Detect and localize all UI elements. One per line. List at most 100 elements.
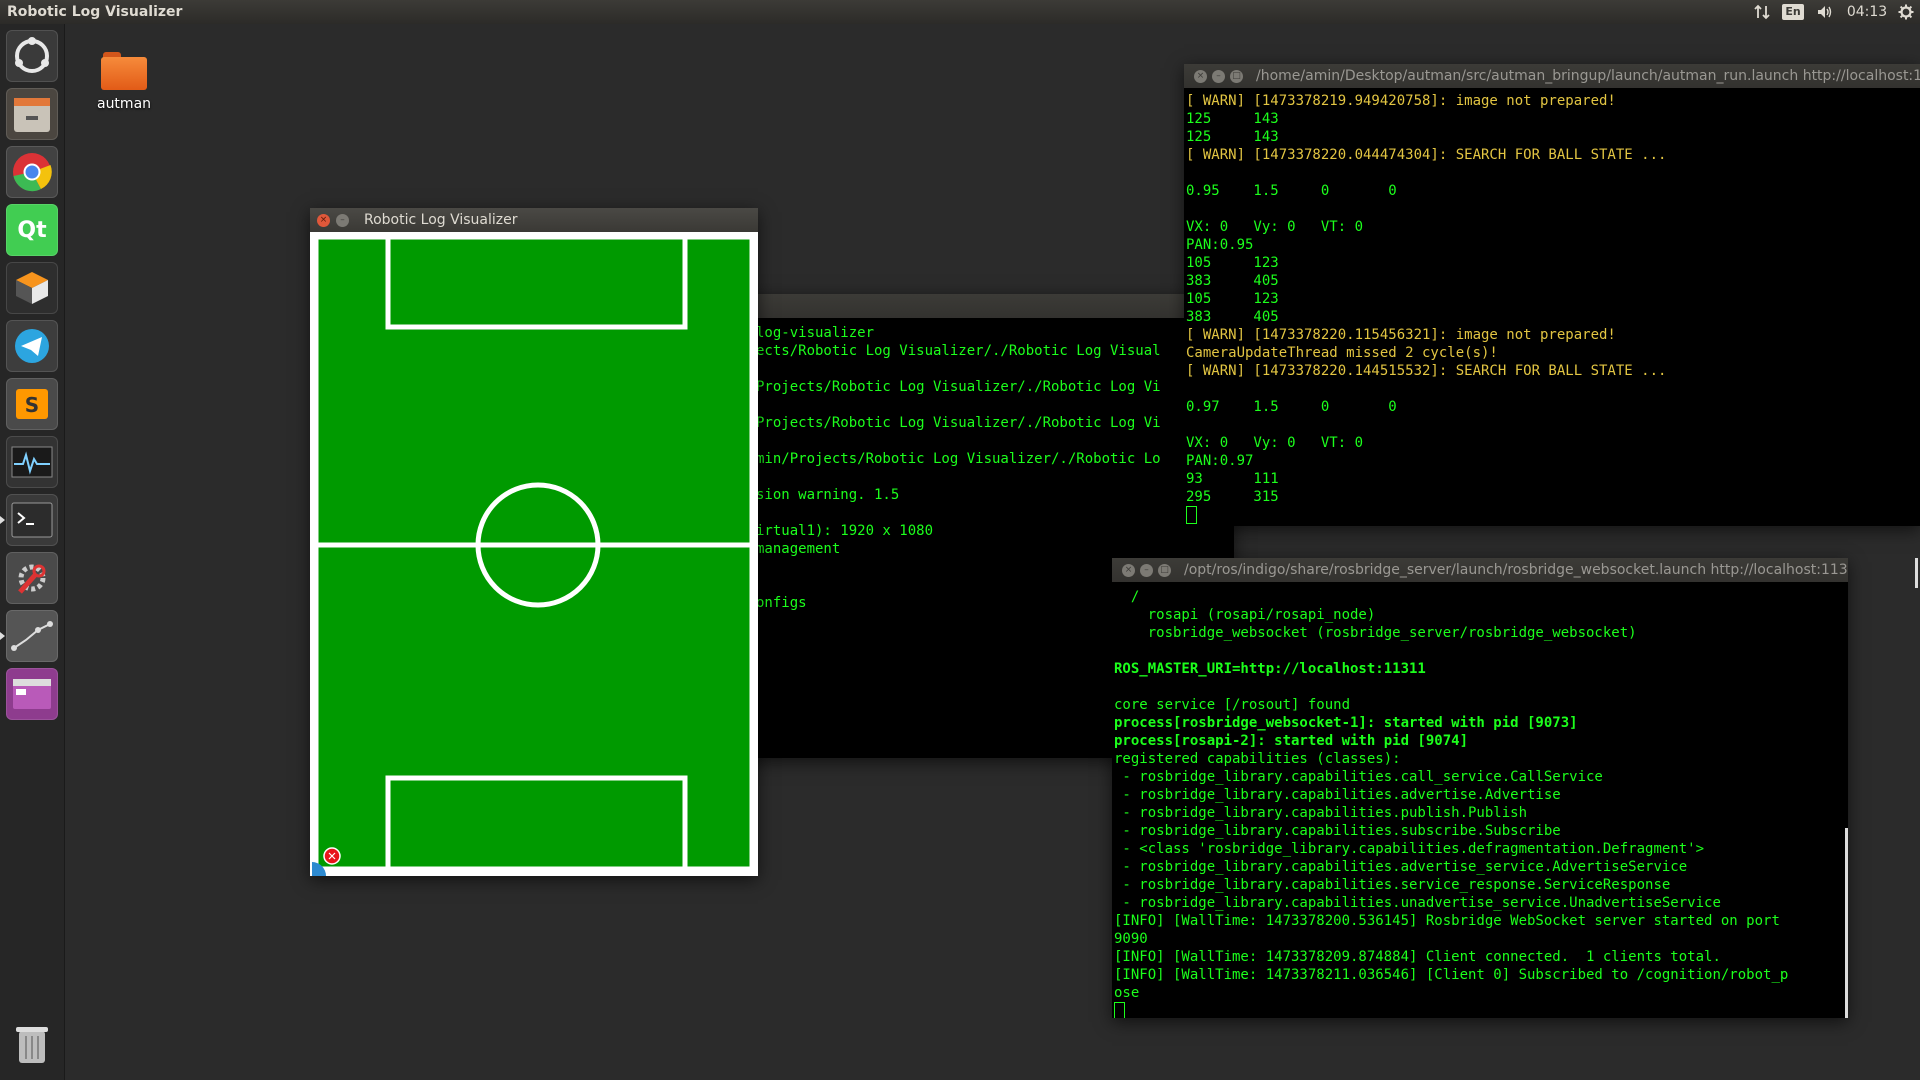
launcher-system-settings[interactable]: [6, 552, 58, 604]
terminal-line: Projects/Robotic Log Visualizer/./Roboti…: [756, 379, 1161, 395]
terminal-cursor: [1186, 506, 1197, 524]
terminal-line: core service [/rosout] found: [1114, 697, 1351, 713]
terminal-line: rosbridge_websocket (rosbridge_server/ro…: [1114, 625, 1637, 641]
terminal-line: - <class 'rosbridge_library.capabilities…: [1114, 841, 1705, 857]
terminal-line: Projects/Robotic Log Visualizer/./Roboti…: [756, 415, 1161, 431]
launcher-workspace-switcher[interactable]: [6, 668, 58, 720]
svg-text:S: S: [25, 393, 39, 417]
terminal-line: 383 405: [1186, 273, 1279, 289]
soccer-field[interactable]: [310, 232, 758, 876]
terminal-window-rosbridge[interactable]: × – □ /opt/ros/indigo/share/rosbridge_se…: [1112, 558, 1848, 1018]
settings-gear-icon[interactable]: [1894, 0, 1918, 24]
minimize-button[interactable]: –: [1140, 564, 1153, 577]
terminal-line: ROS_MASTER_URI=http://localhost:11311: [1114, 661, 1426, 677]
terminal-line: 93 111: [1186, 471, 1279, 487]
window-title: /opt/ros/indigo/share/rosbridge_server/l…: [1184, 562, 1848, 578]
terminal-line: 105 123: [1186, 255, 1279, 271]
terminal-back-titlebar[interactable]: [740, 294, 1234, 318]
terminal-line: ose: [1114, 985, 1140, 1001]
pulse-icon: [11, 446, 53, 478]
scrollbar[interactable]: [1845, 828, 1848, 1018]
launcher-files[interactable]: [6, 88, 58, 140]
window-title: /home/amin/Desktop/autman/src/autman_bri…: [1256, 68, 1920, 84]
terminal-line: [INFO] [WallTime: 1473378200.536145] Ros…: [1114, 913, 1780, 929]
terminal-rosbridge-output[interactable]: / rosapi (rosapi/rosapi_node) rosbridge_…: [1112, 582, 1848, 1018]
clock[interactable]: 04:13: [1842, 0, 1892, 24]
desktop-folder-autman[interactable]: autman: [92, 52, 156, 112]
launcher-sublime-text[interactable]: S: [6, 378, 58, 430]
keyboard-layout-icon[interactable]: En: [1780, 0, 1806, 24]
scrollbar[interactable]: [1915, 558, 1918, 588]
terminal-rosbridge-titlebar[interactable]: × – □ /opt/ros/indigo/share/rosbridge_se…: [1112, 558, 1848, 582]
terminal-autman-titlebar[interactable]: × – □ /home/amin/Desktop/autman/src/autm…: [1184, 64, 1920, 88]
terminal-line: registered capabilities (classes):: [1114, 751, 1401, 767]
trash-icon: [16, 1027, 48, 1063]
terminal-autman-output[interactable]: [ WARN] [1473378219.949420758]: image no…: [1184, 88, 1920, 526]
terminal-line: [ WARN] [1473378220.044474304]: SEARCH F…: [1186, 147, 1667, 163]
terminal-line: - rosbridge_library.capabilities.service…: [1114, 877, 1671, 893]
launcher-system-monitor[interactable]: [6, 436, 58, 488]
launcher-trash[interactable]: [6, 1018, 58, 1070]
terminal-line: [ WARN] [1473378220.144515532]: SEARCH F…: [1186, 363, 1667, 379]
terminal-line: - rosbridge_library.capabilities.call_se…: [1114, 769, 1603, 785]
terminal-line: VX: 0 Vy: 0 VT: 0: [1186, 435, 1364, 451]
minimize-button[interactable]: –: [336, 214, 349, 227]
terminal-line: rosapi (rosapi/rosapi_node): [1114, 607, 1376, 623]
volume-icon[interactable]: [1812, 0, 1838, 24]
launcher-chrome[interactable]: [6, 146, 58, 198]
launcher-terminal[interactable]: [0, 494, 58, 546]
paper-plane-icon: [15, 329, 49, 363]
soccer-field-canvas[interactable]: [310, 232, 758, 876]
running-indicator: [0, 632, 5, 640]
wrench-gear-icon: [18, 564, 46, 594]
maximize-button[interactable]: □: [1230, 70, 1243, 83]
terminal-line: management: [756, 541, 841, 557]
terminal-line: PAN:0.97: [1186, 453, 1254, 469]
launcher-qt-creator[interactable]: Qt: [6, 204, 58, 256]
terminal-line: 125 143: [1186, 111, 1279, 127]
terminal-line: PAN:0.95: [1186, 237, 1254, 253]
terminal-line: - rosbridge_library.capabilities.subscri…: [1114, 823, 1561, 839]
terminal-line: 0.95 1.5 0 0: [1186, 183, 1397, 199]
terminal-line: ects/Robotic Log Visualizer/./Robotic Lo…: [756, 343, 1161, 359]
workspace-icon: [13, 679, 51, 709]
terminal-line: 125 143: [1186, 129, 1279, 145]
close-button[interactable]: ×: [1194, 70, 1207, 83]
visualizer-window[interactable]: × – Robotic Log Visualizer: [310, 208, 758, 876]
terminal-line: [INFO] [WallTime: 1473378211.036546] [Cl…: [1114, 967, 1789, 983]
terminal-line: 105 123: [1186, 291, 1279, 307]
visualizer-titlebar[interactable]: × – Robotic Log Visualizer: [310, 208, 758, 232]
launcher-graph-tool[interactable]: [0, 610, 58, 662]
maximize-button[interactable]: □: [1158, 564, 1171, 577]
terminal-line: [INFO] [WallTime: 1473378209.874884] Cli…: [1114, 949, 1721, 965]
launcher-telegram[interactable]: [6, 320, 58, 372]
launcher-dash-home[interactable]: [6, 30, 58, 82]
close-button[interactable]: ×: [317, 214, 330, 227]
window-title: Robotic Log Visualizer: [364, 212, 518, 228]
terminal-line: [ WARN] [1473378219.949420758]: image no…: [1186, 93, 1616, 109]
terminal-line: log-visualizer: [756, 325, 875, 341]
close-button[interactable]: ×: [1122, 564, 1135, 577]
launcher-blender[interactable]: [6, 262, 58, 314]
terminal-line: CameraUpdateThread missed 2 cycle(s)!: [1186, 345, 1498, 361]
sublime-icon: S: [16, 389, 48, 419]
top-panel: Robotic Log Visualizer En 04:13: [0, 0, 1920, 24]
terminal-icon: [11, 502, 53, 538]
minimize-button[interactable]: –: [1212, 70, 1225, 83]
terminal-cursor: [1114, 1002, 1125, 1018]
terminal-line: 383 405: [1186, 309, 1279, 325]
terminal-line: - rosbridge_library.capabilities.adverti…: [1114, 787, 1561, 803]
launcher: Qt S: [0, 24, 65, 1080]
terminal-window-autman[interactable]: × – □ /home/amin/Desktop/autman/src/autm…: [1184, 64, 1920, 588]
terminal-line: - rosbridge_library.capabilities.adverti…: [1114, 859, 1688, 875]
network-icon[interactable]: [1750, 0, 1774, 24]
terminal-line: process[rosapi-2]: started with pid [907…: [1114, 733, 1469, 749]
